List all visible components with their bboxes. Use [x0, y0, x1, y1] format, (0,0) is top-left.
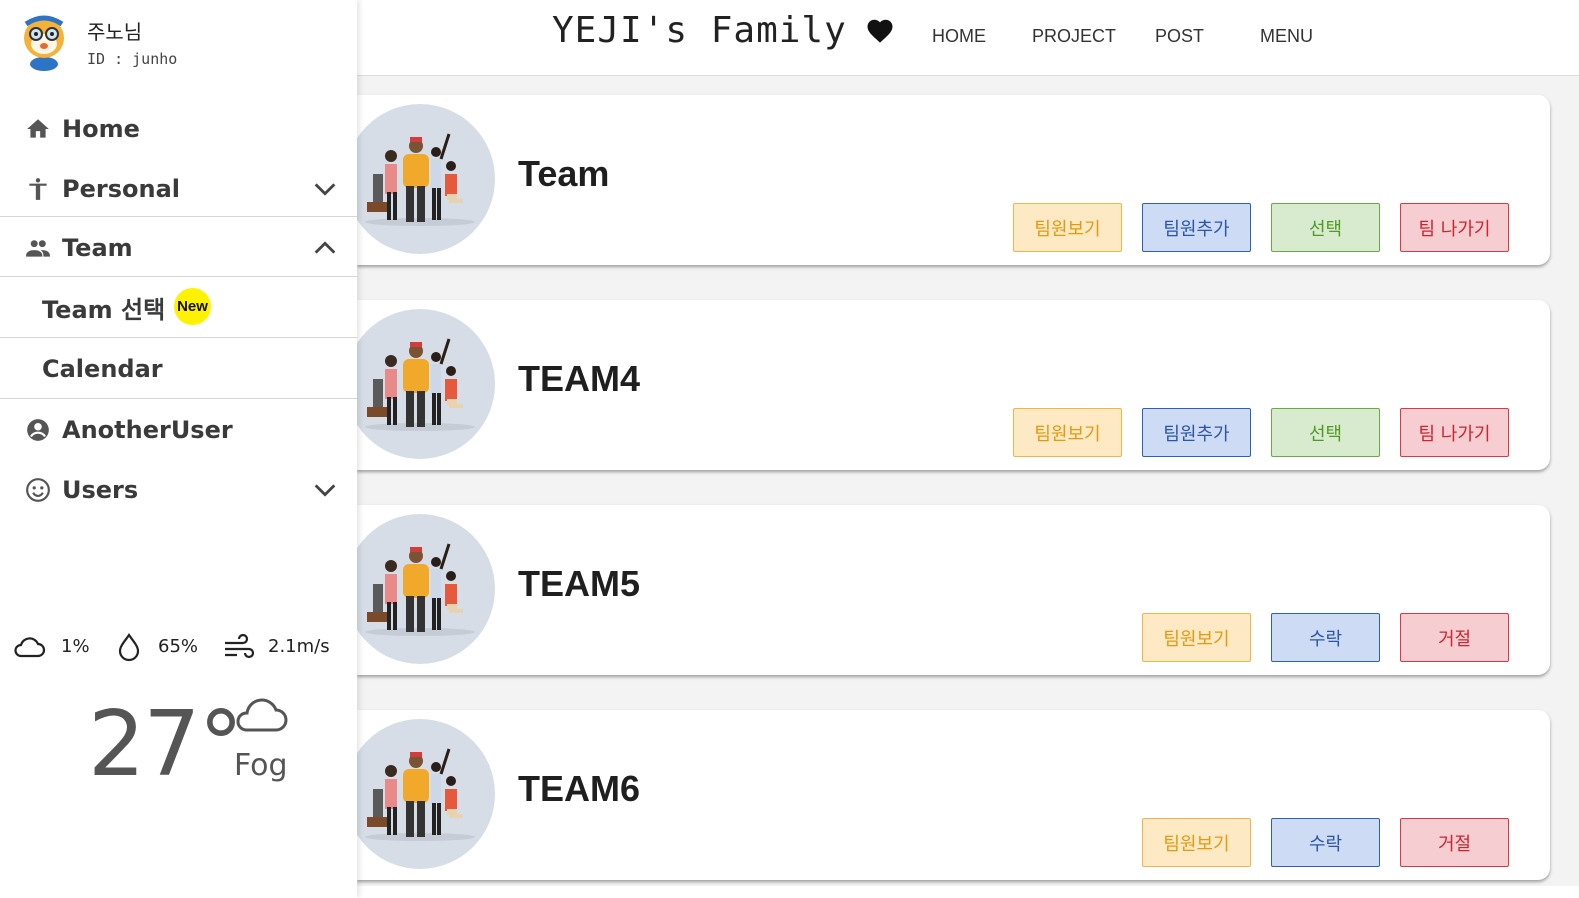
view-members-button[interactable]: 팀원보기 [1013, 203, 1122, 252]
divider [0, 337, 357, 338]
sidebar-item-label: Personal [62, 175, 180, 203]
sidebar-item-label: Team 선택 [42, 295, 166, 324]
avatar [24, 15, 64, 71]
new-badge: New [174, 288, 211, 325]
person-icon [25, 176, 51, 202]
team-people-illustration [365, 133, 475, 226]
weather-stats: 1% 65% 2.1m/s [0, 630, 357, 664]
chevron-down-icon[interactable] [311, 175, 339, 203]
sidebar-item-team[interactable]: Team [0, 218, 357, 278]
sidebar-item-label: Team [62, 234, 133, 262]
profile-id: ID : junho [87, 50, 178, 68]
reject-button[interactable]: 거절 [1400, 613, 1509, 662]
sidebar-item-label: Home [62, 115, 140, 143]
team-image [345, 514, 495, 664]
team-name: TEAM6 [518, 768, 641, 809]
sidebar-item-label: AnotherUser [62, 416, 233, 444]
sidebar-item-team-select[interactable]: Team 선택 New [0, 277, 357, 337]
wind-icon [225, 633, 255, 659]
team-card: TEAM5 팀원보기 수락 거절 [345, 505, 1550, 675]
divider [0, 216, 357, 217]
team-name: TEAM5 [518, 563, 641, 604]
profile-name: 주노님 [87, 20, 143, 44]
view-members-button[interactable]: 팀원보기 [1142, 613, 1251, 662]
sidebar-item-calendar[interactable]: Calendar [0, 339, 357, 399]
accept-button[interactable]: 수락 [1271, 613, 1380, 662]
team-name: TEAM4 [518, 358, 641, 399]
sidebar-item-another-user[interactable]: AnotherUser [0, 400, 357, 460]
brand-title: YEJI's Family [552, 10, 847, 51]
team-card: Team 팀원보기 팀원추가 선택 팀 나가기 [345, 95, 1550, 265]
team-image [345, 309, 495, 459]
leave-team-button[interactable]: 팀 나가기 [1400, 408, 1509, 457]
sidebar-item-label: Calendar [42, 355, 163, 383]
add-member-button[interactable]: 팀원추가 [1142, 203, 1251, 252]
humidity-icon [118, 633, 140, 662]
divider [0, 398, 357, 399]
team-card: TEAM4 팀원보기 팀원추가 선택 팀 나가기 [345, 300, 1550, 470]
add-member-button[interactable]: 팀원추가 [1142, 408, 1251, 457]
nav-post[interactable]: POST [1155, 26, 1204, 47]
reject-button[interactable]: 거절 [1400, 818, 1509, 867]
wind-value: 2.1m/s [268, 636, 330, 657]
account-icon [25, 417, 51, 443]
sidebar-item-home[interactable]: Home [0, 99, 357, 159]
bottom-strip [357, 886, 1579, 898]
nav-menu[interactable]: MENU [1260, 26, 1313, 47]
view-members-button[interactable]: 팀원보기 [1142, 818, 1251, 867]
weather-condition: Fog [234, 748, 288, 783]
chevron-up-icon[interactable] [311, 234, 339, 262]
temperature: 27° [88, 692, 244, 797]
sidebar-item-personal[interactable]: Personal [0, 159, 357, 219]
people-icon [25, 235, 51, 261]
select-team-button[interactable]: 선택 [1271, 408, 1380, 457]
team-name: Team [518, 153, 610, 194]
team-people-illustration [365, 748, 475, 841]
brand[interactable]: YEJI's Family [552, 10, 895, 51]
team-image [345, 719, 495, 869]
sidebar-item-label: Users [62, 476, 139, 504]
profile-avatar[interactable] [16, 12, 72, 72]
chevron-down-icon[interactable] [311, 476, 339, 504]
nav-home[interactable]: HOME [932, 26, 986, 47]
view-members-button[interactable]: 팀원보기 [1013, 408, 1122, 457]
home-icon [25, 116, 51, 142]
team-card: TEAM6 팀원보기 수락 거절 [345, 710, 1550, 880]
nav-project[interactable]: PROJECT [1032, 26, 1116, 47]
top-navbar: YEJI's Family HOME PROJECT POST MENU [357, 0, 1579, 76]
humidity-value: 65% [158, 636, 199, 657]
cloud-icon [14, 637, 46, 658]
fog-cloud-icon [236, 698, 288, 732]
select-team-button[interactable]: 선택 [1271, 203, 1380, 252]
team-people-illustration [365, 543, 475, 636]
heart-icon [867, 19, 893, 43]
team-people-illustration [365, 338, 475, 431]
accept-button[interactable]: 수락 [1271, 818, 1380, 867]
smile-icon [25, 477, 51, 503]
sidebar-item-users[interactable]: Users [0, 460, 357, 520]
cloud-value: 1% [61, 636, 90, 657]
sidebar: 주노님 ID : junho Home Personal Team Team 선… [0, 0, 357, 898]
team-image [345, 104, 495, 254]
leave-team-button[interactable]: 팀 나가기 [1400, 203, 1509, 252]
